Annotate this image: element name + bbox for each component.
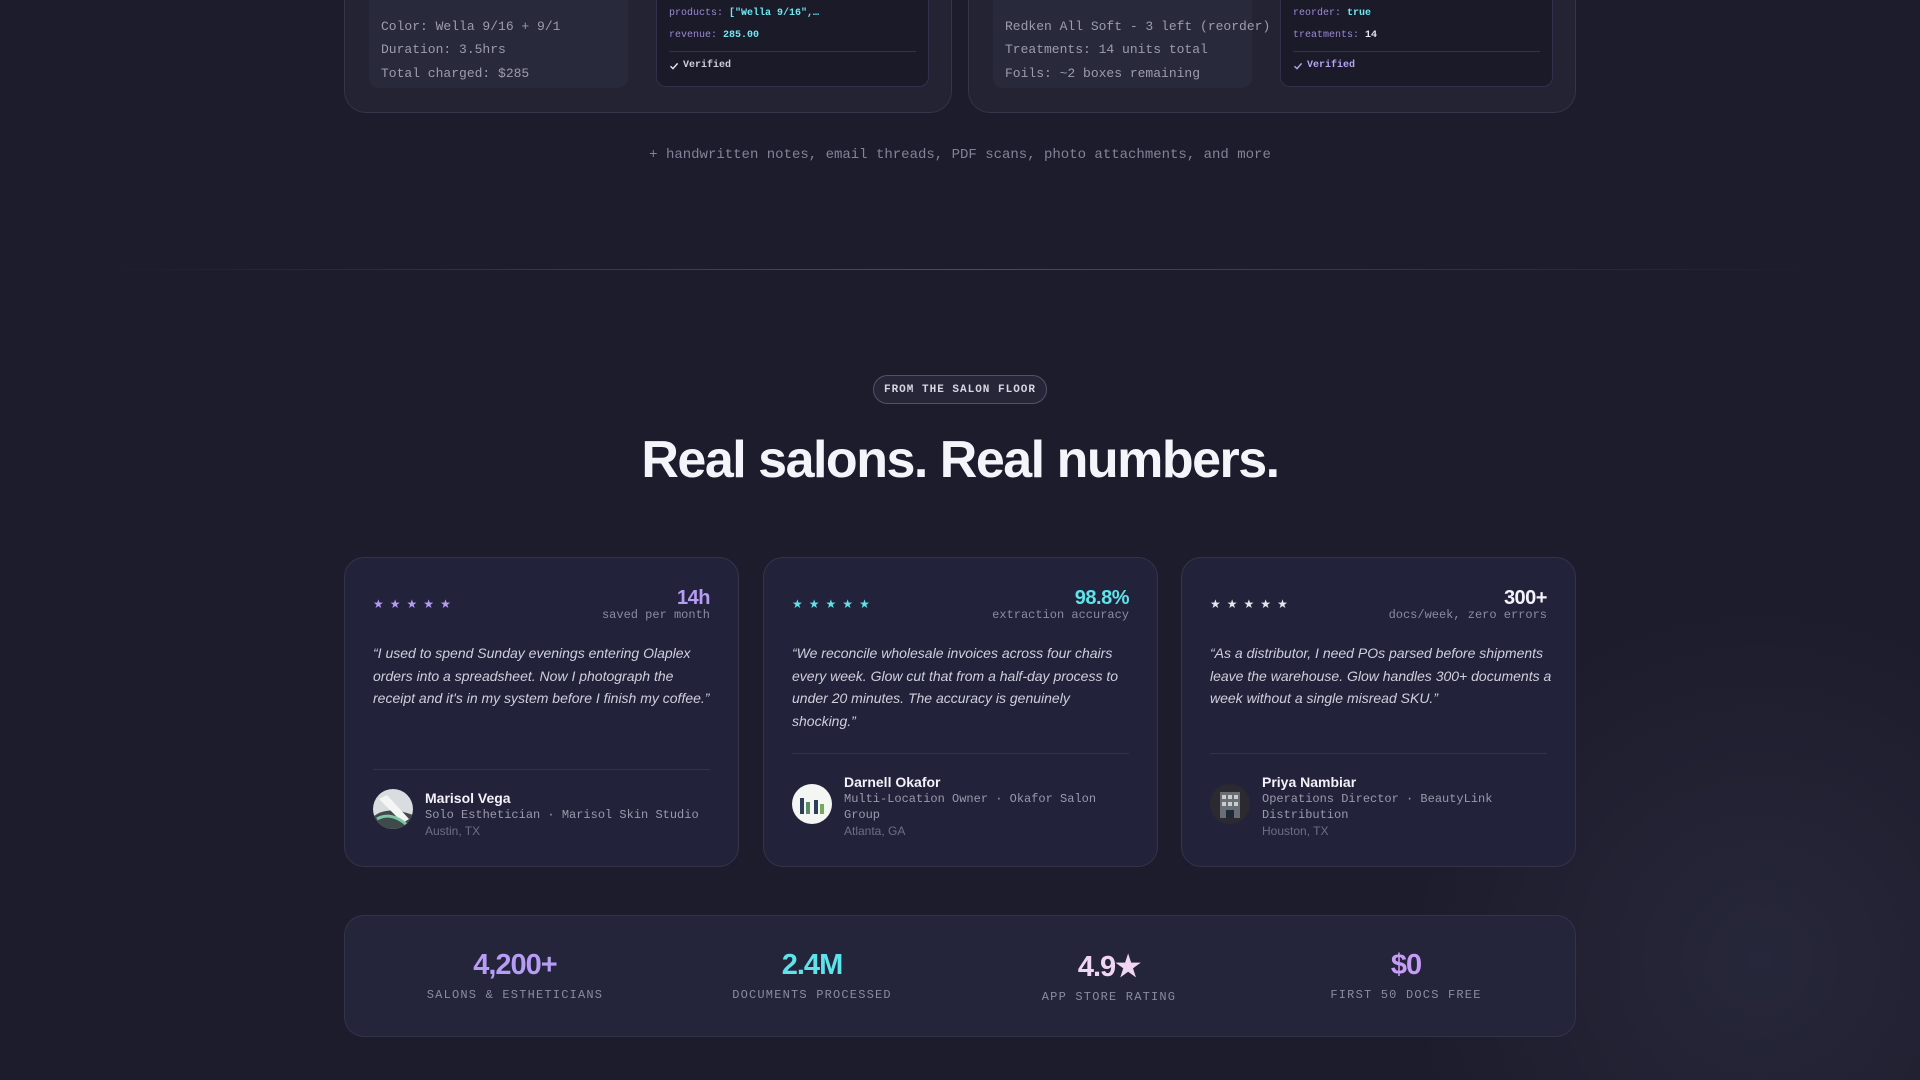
json-key: revenue: <box>669 30 718 41</box>
section-headline: Real salons. Real numbers. <box>641 431 1280 489</box>
more-sources-note: + handwritten notes, email threads, PDF … <box>649 147 1271 163</box>
star-icon: ★ <box>859 597 870 611</box>
stat-value: 4,200+ <box>473 949 558 981</box>
verified-badge: Verified <box>1293 60 1355 71</box>
json-key: treatments: <box>1293 30 1360 41</box>
star-icon: ★ <box>792 597 803 611</box>
check-icon <box>1294 62 1303 70</box>
star-icon: ★ <box>373 597 384 611</box>
person-name: Priya Nambiar <box>1262 774 1357 790</box>
stats-bar: 4,200+ SALONS & ESTHETICIANS 2.4M DOCUME… <box>344 915 1576 1037</box>
person-role: Solo Esthetician · Marisol Skin Studio <box>425 808 699 822</box>
star-rating: ★ ★ ★ ★ ★ <box>373 598 451 610</box>
star-icon: ★ <box>389 597 401 611</box>
star-icon: ★ <box>1210 597 1221 611</box>
raw-document-card: Redken All Soft - 3 left (reorder) Treat… <box>993 0 1270 88</box>
stat-value: $0 <box>1390 949 1422 981</box>
avatar-image <box>1210 784 1250 824</box>
star-icon: ★ <box>423 597 435 611</box>
json-value: true <box>1347 8 1372 19</box>
comparison-panel-right: Redken All Soft - 3 left (reorder) Treat… <box>968 0 1576 113</box>
testimonial-stat: 98.8% <box>1074 587 1130 609</box>
raw-line: Total charged: $285 <box>381 66 530 81</box>
star-icon: ★ <box>825 597 837 611</box>
json-line-treatments: treatments: 14 <box>1293 30 1377 41</box>
star-rating: ★ ★ ★ ★ ★ <box>792 598 870 610</box>
avatar <box>1210 784 1250 824</box>
json-key: products: <box>669 8 724 19</box>
star-icon: ★ <box>1243 597 1255 611</box>
stat-documents: 2.4M DOCUMENTS PROCESSED <box>662 949 962 1002</box>
raw-document-card: Color: Wella 9/16 + 9/1 Duration: 3.5hrs… <box>369 0 628 88</box>
comparison-panel-left: Color: Wella 9/16 + 9/1 Duration: 3.5hrs… <box>344 0 952 113</box>
section-eyebrow-badge: FROM THE SALON FLOOR <box>873 375 1047 404</box>
avatar <box>373 789 413 829</box>
testimonial-card: ★ ★ ★ ★ ★ 300+ docs/week, zero errors “A… <box>1181 557 1576 867</box>
card-divider <box>373 769 710 770</box>
testimonial-stat-label: extraction accuracy <box>992 608 1129 622</box>
avatar <box>792 784 832 824</box>
star-icon: ★ <box>440 597 451 611</box>
json-line-products: products: ["Wella 9/16",… <box>669 8 819 19</box>
person-role: Multi-Location Owner · Okafor Salon Grou… <box>844 792 1097 822</box>
stat-free-docs: $0 FIRST 50 DOCS FREE <box>1256 949 1556 1002</box>
raw-line: Foils: ~2 boxes remaining <box>1005 66 1201 81</box>
star-icon: ★ <box>808 597 820 611</box>
star-icon: ★ <box>1277 597 1288 611</box>
json-line-reorder: reorder: true <box>1293 8 1371 19</box>
json-key: reorder: <box>1293 8 1342 19</box>
raw-line: Duration: 3.5hrs <box>381 42 506 57</box>
extracted-json-card: products: ["Wella 9/16",… revenue: 285.0… <box>656 0 929 87</box>
extracted-json-card: reorder: true treatments: 14 Verified <box>1280 0 1553 87</box>
raw-line: Redken All Soft - 3 left (reorder) <box>1005 19 1271 34</box>
testimonial-stat-label: docs/week, zero errors <box>1388 608 1547 622</box>
stat-label: DOCUMENTS PROCESSED <box>732 988 892 1002</box>
json-value: 285.00 <box>723 30 760 41</box>
star-icon: ★ <box>406 597 418 611</box>
stat-value: 4.9★ <box>1077 951 1141 983</box>
stat-rating: 4.9★ APP STORE RATING <box>959 949 1259 1004</box>
testimonial-quote: “As a distributor, I need POs parsed bef… <box>1210 645 1552 707</box>
stat-label: APP STORE RATING <box>1041 990 1177 1004</box>
testimonial-stat-label: saved per month <box>601 608 710 622</box>
verified-label: Verified <box>1307 60 1356 71</box>
star-icon: ★ <box>1260 597 1272 611</box>
person-location: Atlanta, GA <box>844 824 906 838</box>
card-divider <box>792 753 1129 754</box>
raw-line: Treatments: 14 units total <box>1005 42 1208 57</box>
card-divider <box>1210 753 1547 754</box>
person-name: Marisol Vega <box>425 790 511 806</box>
avatar-image <box>792 784 832 824</box>
testimonial-card: ★ ★ ★ ★ ★ 98.8% extraction accuracy “We … <box>763 557 1158 867</box>
stat-value: 2.4M <box>781 949 843 981</box>
verified-badge: Verified <box>669 60 731 71</box>
star-icon: ★ <box>842 597 854 611</box>
json-divider <box>669 51 916 52</box>
testimonial-card: ★ ★ ★ ★ ★ 14h saved per month “I used to… <box>344 557 739 867</box>
verified-label: Verified <box>683 60 732 71</box>
check-icon <box>670 62 679 70</box>
json-divider <box>1293 51 1540 52</box>
json-line-revenue: revenue: 285.00 <box>669 30 759 41</box>
stat-salons: 4,200+ SALONS & ESTHETICIANS <box>365 949 665 1002</box>
stat-label: FIRST 50 DOCS FREE <box>1330 988 1482 1002</box>
person-role: Operations Director · BeautyLink Distrib… <box>1262 792 1493 822</box>
person-location: Austin, TX <box>425 824 481 838</box>
json-value: 14 <box>1365 30 1378 41</box>
testimonial-quote: “We reconcile wholesale invoices across … <box>792 645 1119 730</box>
person-location: Houston, TX <box>1262 824 1329 838</box>
avatar-image <box>373 789 413 829</box>
testimonial-quote: “I used to spend Sunday evenings enterin… <box>373 645 710 707</box>
person-name: Darnell Okafor <box>844 774 941 790</box>
json-value: ["Wella 9/16",… <box>729 8 820 19</box>
stat-label: SALONS & ESTHETICIANS <box>426 988 604 1002</box>
testimonial-stat: 14h <box>677 587 710 609</box>
raw-line: Color: Wella 9/16 + 9/1 <box>381 19 561 34</box>
testimonial-stat: 300+ <box>1503 587 1548 609</box>
star-icon: ★ <box>1226 597 1238 611</box>
star-rating: ★ ★ ★ ★ ★ <box>1210 598 1288 610</box>
section-divider <box>100 269 1820 270</box>
